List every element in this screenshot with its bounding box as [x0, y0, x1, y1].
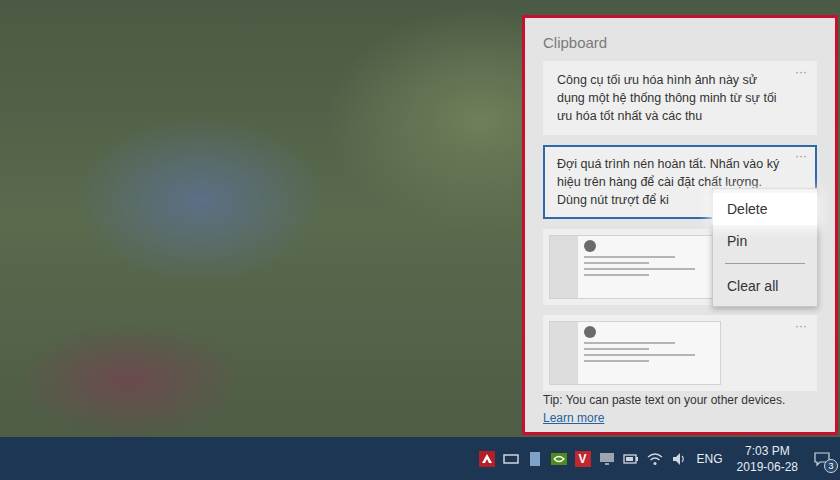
panel-title: Clipboard	[525, 18, 835, 61]
tip: Tip: You can paste text on your other de…	[525, 391, 835, 435]
nvidia-icon[interactable]	[551, 451, 567, 467]
menu-divider	[725, 263, 805, 264]
action-center[interactable]: 3	[810, 447, 834, 471]
more-button[interactable]: ···	[795, 319, 807, 333]
clipboard-item[interactable]: Công cụ tối ưu hóa hình ảnh này sử dụng …	[543, 61, 817, 135]
document-icon[interactable]	[527, 451, 543, 467]
system-tray: V ENG 7:03 PM 2019-06-28 3	[479, 443, 834, 475]
language-indicator[interactable]: ENG	[695, 452, 725, 466]
battery-icon[interactable]	[623, 451, 639, 467]
menu-item[interactable]: Clear all	[713, 270, 817, 302]
learn-more-link[interactable]: Learn more	[543, 411, 604, 425]
clipboard-item[interactable]: ···	[543, 315, 817, 391]
desktop-screen: Clipboard Công cụ tối ưu hóa hình ảnh nà…	[0, 0, 840, 480]
tip-text: Tip: You can paste text on your other de…	[543, 391, 817, 409]
monitor-icon[interactable]	[599, 451, 615, 467]
screenshot-thumbnail	[549, 235, 721, 299]
taskbar: V ENG 7:03 PM 2019-06-28 3	[0, 437, 840, 480]
vendor-app-icon[interactable]: V	[575, 451, 591, 467]
screenshot-thumbnail	[549, 321, 721, 385]
display-icon[interactable]	[503, 451, 519, 467]
wifi-icon[interactable]	[647, 451, 663, 467]
time: 7:03 PM	[745, 443, 790, 459]
clipboard-panel: Clipboard Công cụ tối ưu hóa hình ảnh nà…	[522, 15, 838, 435]
context-menu: Delete Pin Clear all	[712, 188, 818, 307]
more-button[interactable]: ···	[795, 65, 807, 79]
speaker-icon[interactable]	[671, 451, 687, 467]
item-text: Công cụ tối ưu hóa hình ảnh này sử dụng …	[557, 71, 787, 125]
more-button[interactable]: ···	[795, 149, 807, 163]
desktop: Clipboard Công cụ tối ưu hóa hình ảnh nà…	[0, 0, 840, 437]
menu-item[interactable]: Delete	[713, 193, 817, 225]
menu-item[interactable]: Pin	[713, 225, 817, 257]
date: 2019-06-28	[737, 459, 798, 475]
antivirus-umbrella-icon[interactable]	[479, 451, 495, 467]
clock[interactable]: 7:03 PM 2019-06-28	[733, 443, 802, 475]
notification-badge: 3	[824, 459, 838, 473]
